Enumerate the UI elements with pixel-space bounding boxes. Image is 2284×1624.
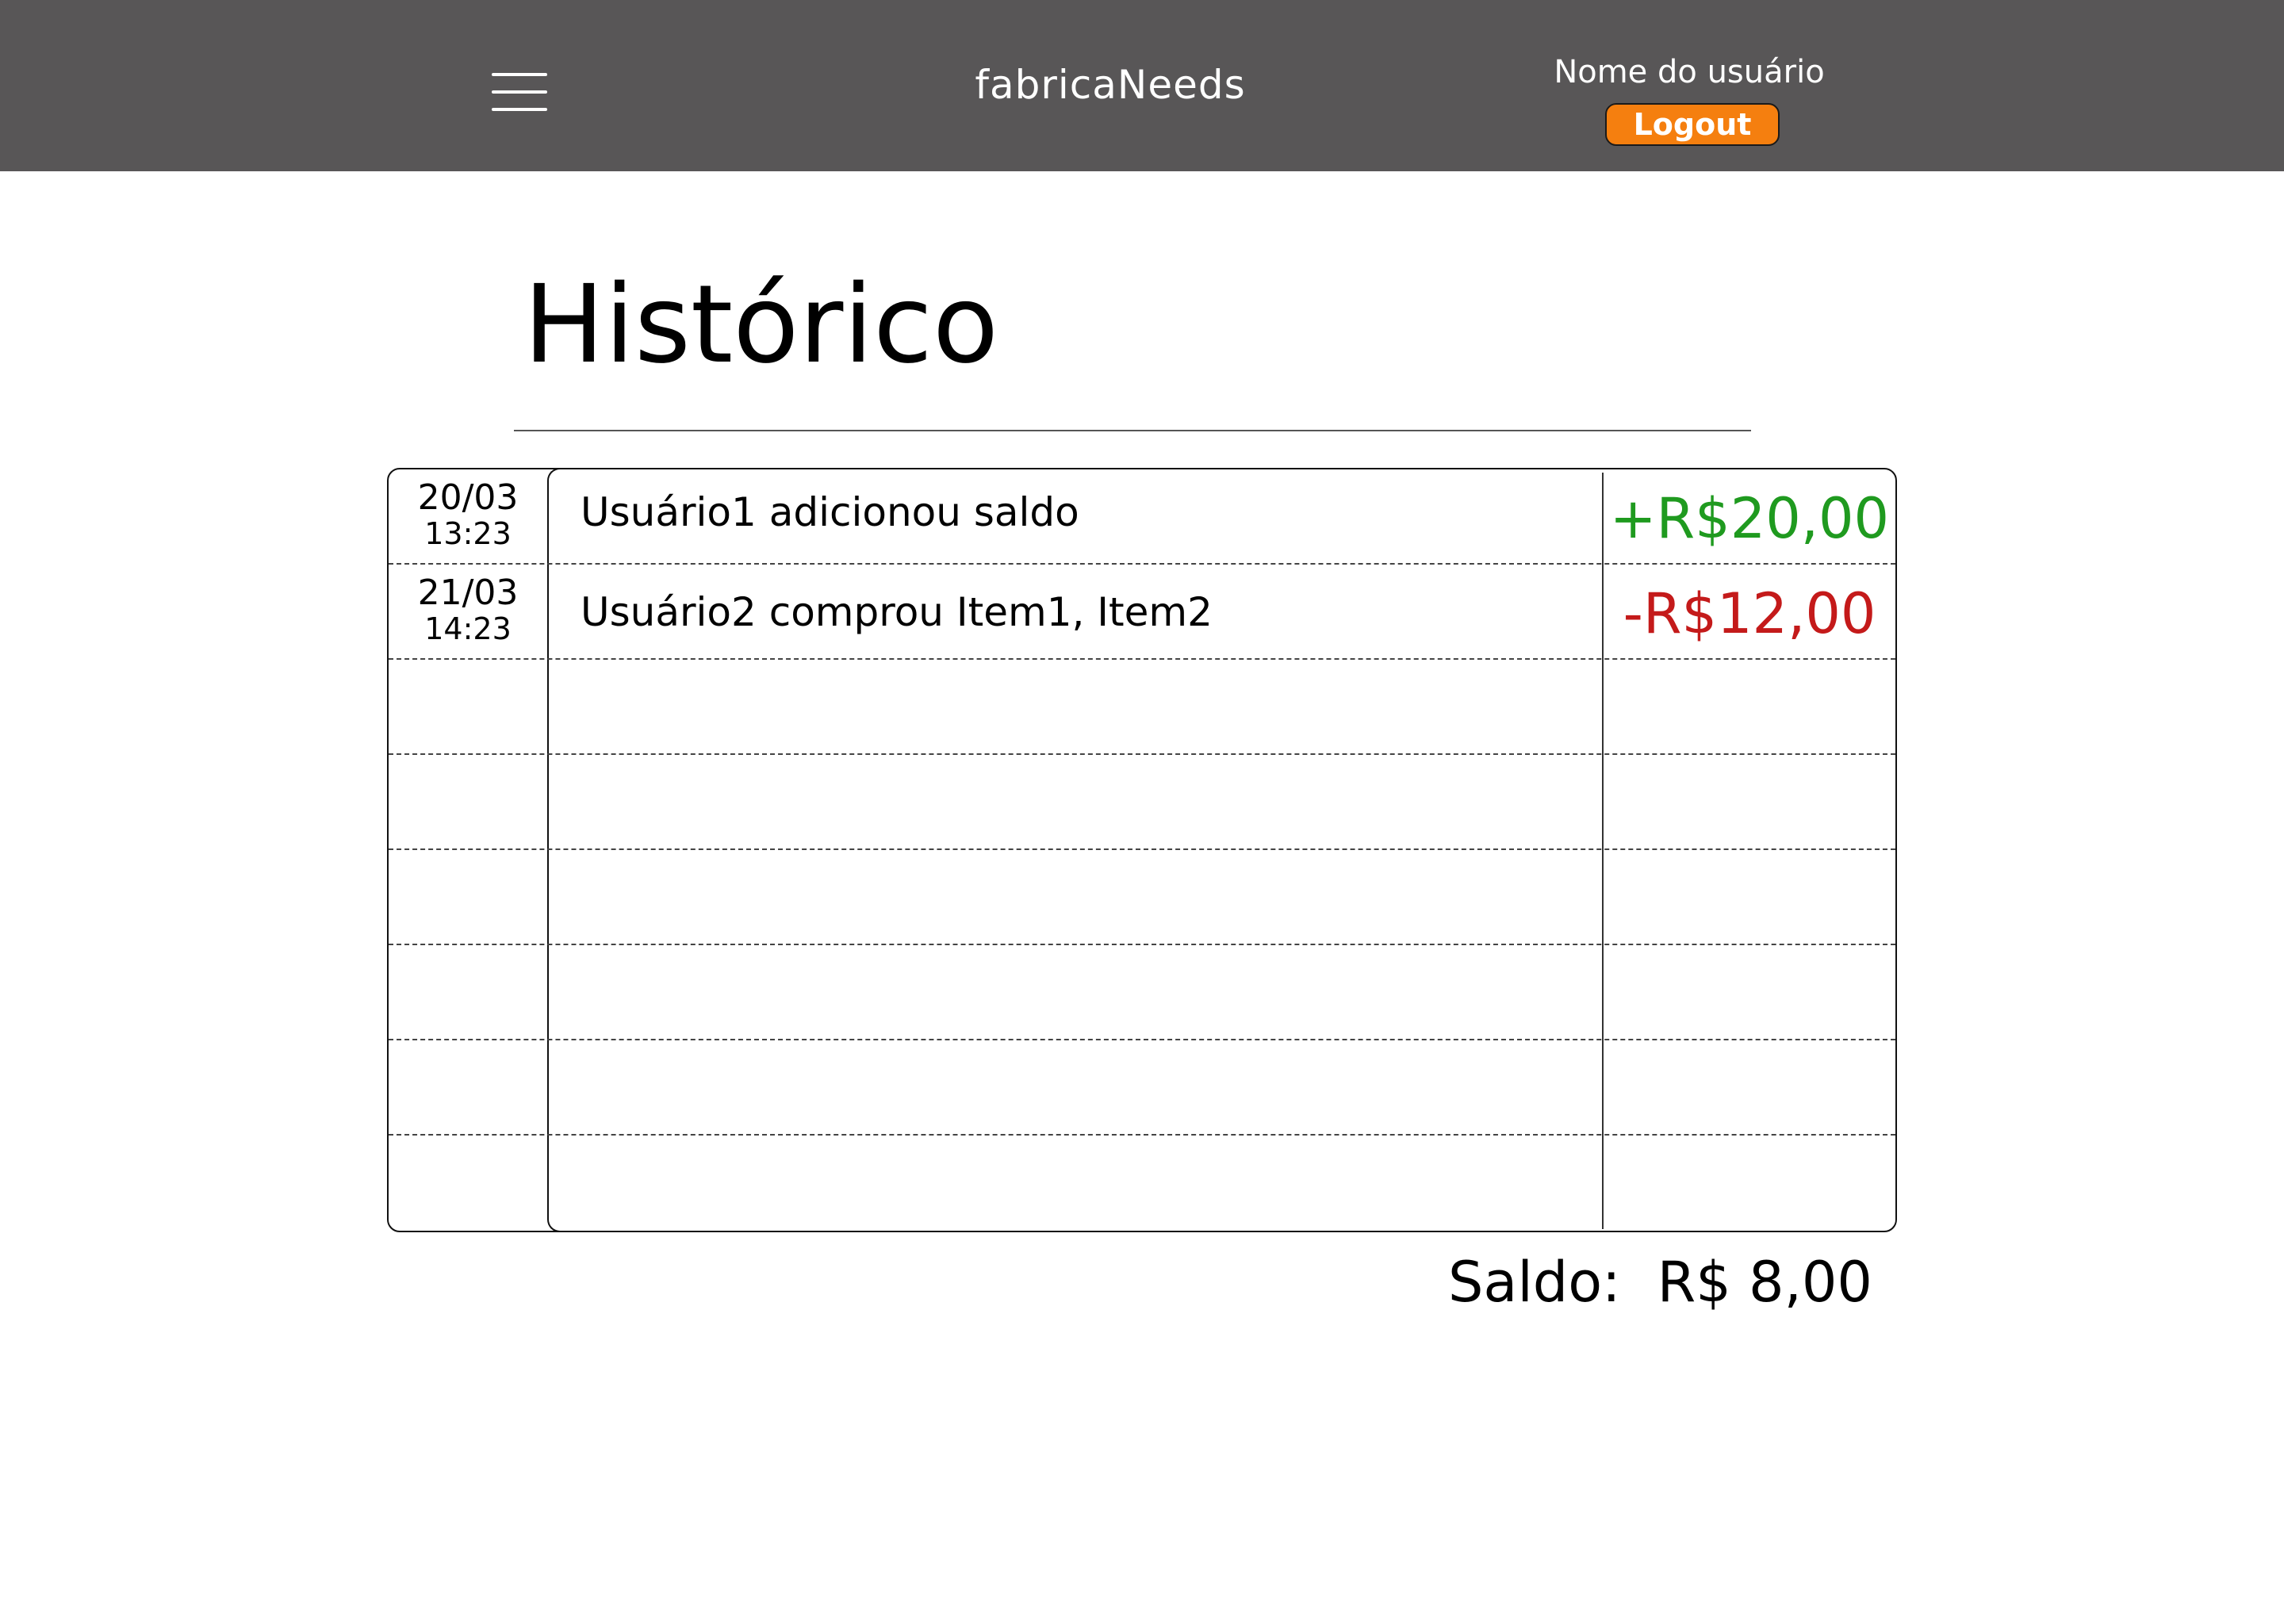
page: fabricaNeeds Nome do usuário Logout Hist… <box>0 0 2284 1624</box>
row-description: Usuário1 adicionou saldo <box>581 489 1079 535</box>
table-row <box>389 850 1895 945</box>
menu-line <box>492 90 547 94</box>
balance-label: Saldo: <box>1448 1250 1621 1315</box>
logout-button[interactable]: Logout <box>1605 103 1780 146</box>
table-row <box>389 945 1895 1040</box>
balance-summary: Saldo: R$ 8,00 <box>1448 1247 1872 1318</box>
menu-line <box>492 73 547 76</box>
table-row <box>389 660 1895 755</box>
table-row[interactable]: 21/03 14:23 Usuário2 comprou Item1, Item… <box>389 565 1895 660</box>
app-title: fabricaNeeds <box>975 62 1246 108</box>
top-navigation-bar: fabricaNeeds Nome do usuário Logout <box>0 0 2284 171</box>
table-row <box>389 1136 1895 1231</box>
menu-line <box>492 108 547 111</box>
row-description: Usuário2 comprou Item1, Item2 <box>581 589 1213 635</box>
user-name: Nome do usuário <box>1554 54 1825 90</box>
balance-value: R$ 8,00 <box>1657 1250 1872 1315</box>
row-amount: -R$12,00 <box>1623 581 1876 646</box>
table-row <box>389 1040 1895 1136</box>
table-row[interactable]: 20/03 13:23 Usuário1 adicionou saldo +R$… <box>389 469 1895 565</box>
row-date: 21/03 <box>417 573 519 613</box>
page-title: Histórico <box>523 262 999 388</box>
row-time: 13:23 <box>424 516 512 551</box>
row-time: 14:23 <box>424 611 512 646</box>
hamburger-menu-icon[interactable] <box>492 70 552 114</box>
history-table: 20/03 13:23 Usuário1 adicionou saldo +R$… <box>387 468 1897 1232</box>
row-date: 20/03 <box>417 477 519 518</box>
table-row <box>389 755 1895 850</box>
row-amount: +R$20,00 <box>1609 486 1890 551</box>
title-divider <box>514 430 1751 431</box>
